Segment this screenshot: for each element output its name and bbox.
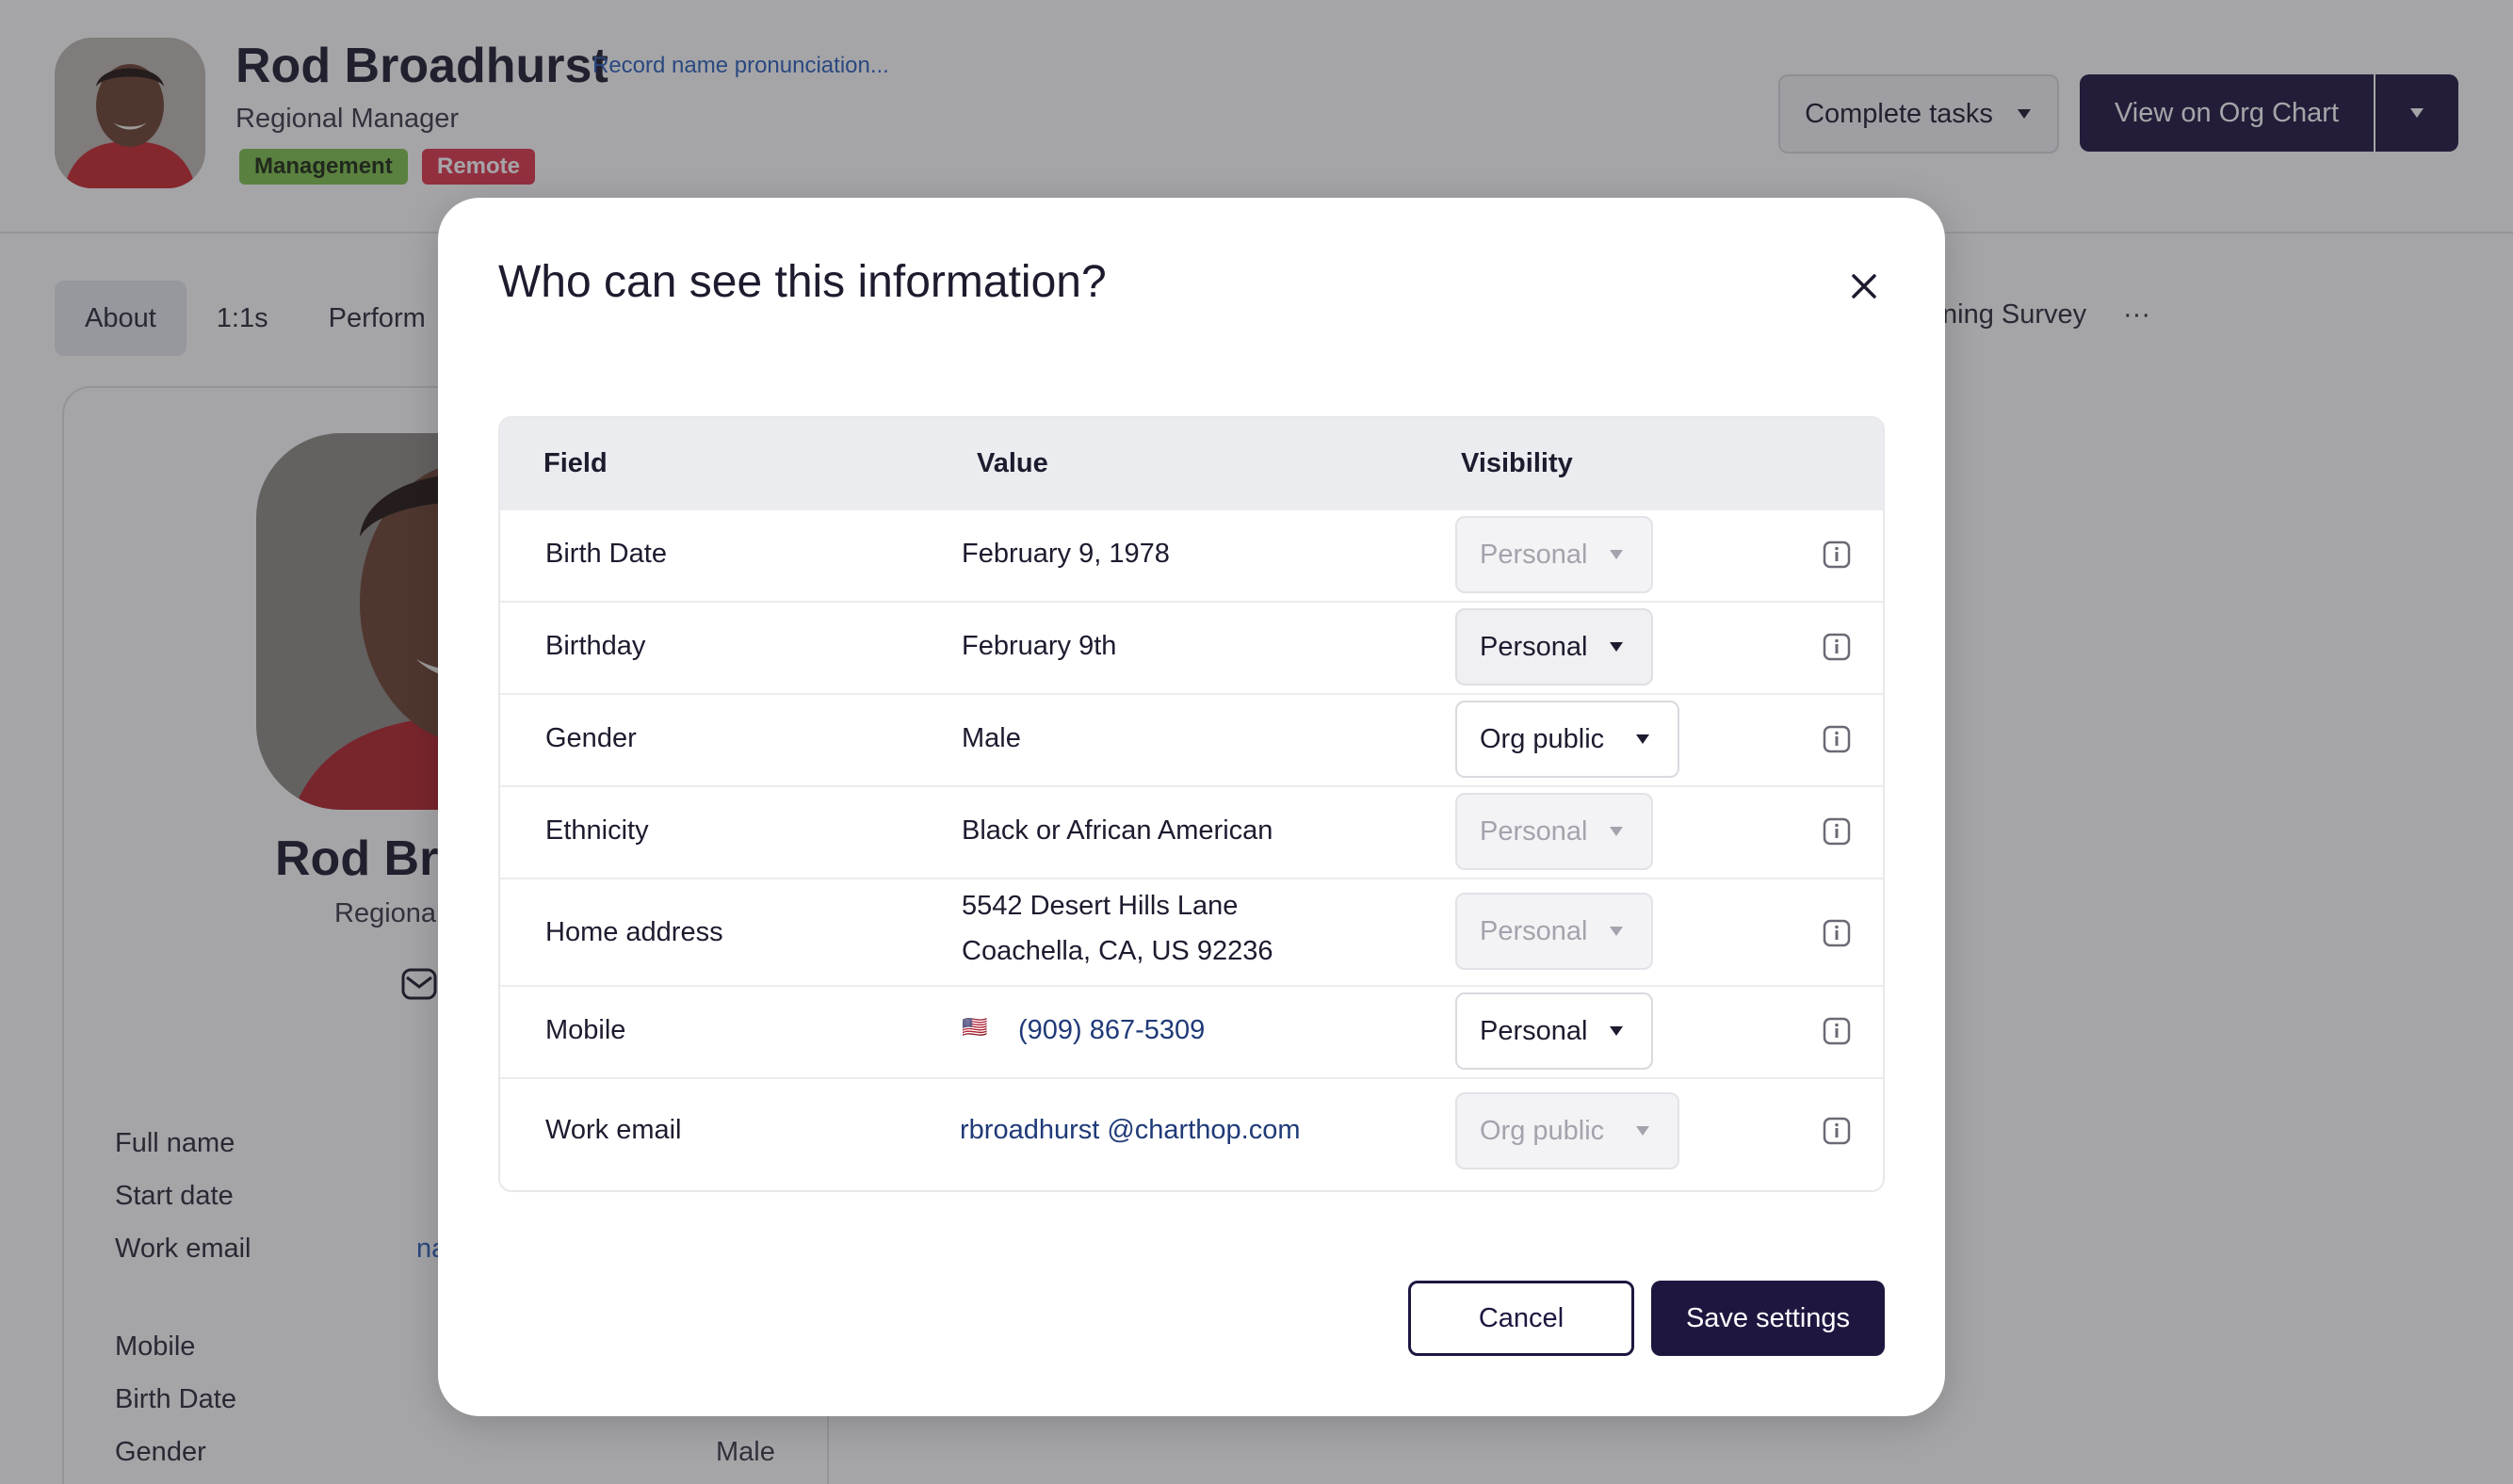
field-name: Home address [545, 917, 723, 947]
info-icon[interactable] [1823, 919, 1851, 947]
visibility-select-disabled: Personal [1455, 516, 1653, 593]
visibility-select[interactable]: Personal [1455, 992, 1653, 1070]
visibility-value: Personal [1480, 631, 1588, 662]
field-name: Work email [545, 1115, 682, 1145]
field-name: Birth Date [545, 539, 667, 569]
visibility-select[interactable]: Personal [1455, 608, 1653, 686]
chevron-down-icon [1636, 1126, 1649, 1136]
visibility-value: Personal [1480, 915, 1588, 946]
table-header: Field Value Visibility [500, 418, 1883, 508]
field-name: Gender [545, 723, 637, 753]
chevron-down-icon [1610, 642, 1623, 652]
visibility-table: Field Value Visibility Birth Date Februa… [498, 416, 1885, 1192]
address-line-2: Coachella, CA, US 92236 [962, 936, 1273, 966]
field-value: February 9th [962, 631, 1117, 661]
chevron-down-icon [1636, 734, 1649, 744]
visibility-value: Org public [1480, 723, 1605, 754]
info-icon[interactable] [1823, 633, 1851, 661]
column-header-value: Value [977, 448, 1048, 478]
table-row: Home address 5542 Desert Hills Lane Coac… [500, 878, 1883, 985]
dialog-title: Who can see this information? [498, 257, 1107, 307]
table-row: Birth Date February 9, 1978 Personal [500, 508, 1883, 601]
info-icon[interactable] [1823, 540, 1851, 569]
address-line-1: 5542 Desert Hills Lane [962, 891, 1239, 921]
field-name: Birthday [545, 631, 646, 661]
chevron-down-icon [1610, 1026, 1623, 1036]
visibility-select-disabled: Personal [1455, 893, 1653, 970]
cancel-button[interactable]: Cancel [1408, 1281, 1634, 1356]
work-email-link[interactable]: rbroadhurst @charthop.com [960, 1115, 1301, 1146]
visibility-select-disabled: Personal [1455, 793, 1653, 870]
table-row: Ethnicity Black or African American Pers… [500, 785, 1883, 878]
table-row: Work email rbroadhurst @charthop.com Org… [500, 1077, 1883, 1190]
field-value: Black or African American [962, 815, 1273, 846]
chevron-down-icon [1610, 927, 1623, 936]
visibility-value: Personal [1480, 539, 1588, 570]
field-name: Mobile [545, 1015, 626, 1045]
field-value: February 9, 1978 [962, 539, 1170, 569]
table-row: Mobile 🇺🇸 (909) 867-5309 Personal [500, 985, 1883, 1077]
table-row: Birthday February 9th Personal [500, 601, 1883, 693]
visibility-select[interactable]: Org public [1455, 701, 1679, 778]
chevron-down-icon [1610, 550, 1623, 559]
field-value: Male [962, 723, 1021, 753]
visibility-value: Org public [1480, 1115, 1605, 1146]
close-icon [1852, 274, 1876, 298]
column-header-field: Field [543, 448, 608, 478]
info-icon[interactable] [1823, 817, 1851, 846]
visibility-select-disabled: Org public [1455, 1092, 1679, 1169]
info-icon[interactable] [1823, 1017, 1851, 1045]
close-button[interactable] [1843, 266, 1885, 307]
visibility-value: Personal [1480, 1015, 1588, 1046]
visibility-value: Personal [1480, 815, 1588, 847]
info-icon[interactable] [1823, 725, 1851, 753]
us-flag-icon: 🇺🇸 [962, 1015, 988, 1039]
info-icon[interactable] [1823, 1117, 1851, 1145]
column-header-visibility: Visibility [1461, 448, 1573, 478]
chevron-down-icon [1610, 827, 1623, 836]
field-name: Ethnicity [545, 815, 649, 846]
visibility-dialog: Who can see this information? Field Valu… [438, 198, 1945, 1416]
save-settings-button[interactable]: Save settings [1651, 1281, 1885, 1356]
table-row: Gender Male Org public [500, 693, 1883, 785]
mobile-phone-link[interactable]: (909) 867-5309 [1018, 1015, 1205, 1046]
